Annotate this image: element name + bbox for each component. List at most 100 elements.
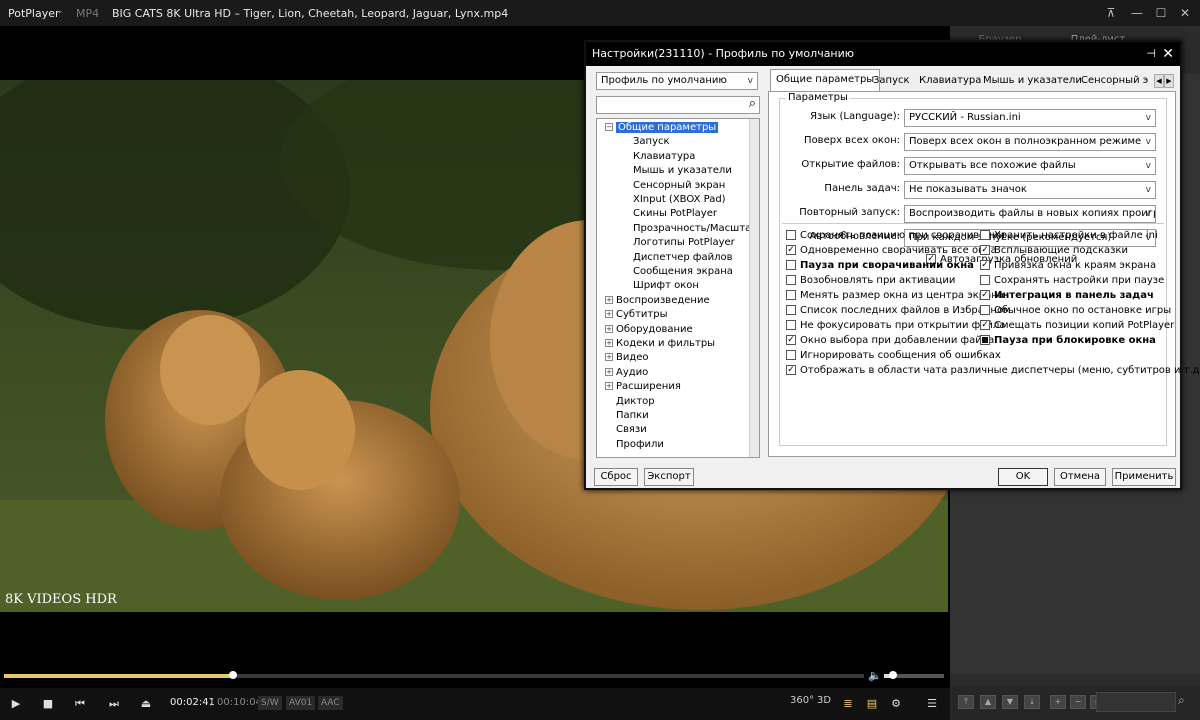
audio-codec-tag[interactable]: AAC [318, 696, 343, 710]
option-checkbox[interactable]: Обычное окно по остановке игры [980, 304, 1171, 318]
expand-icon[interactable]: + [605, 310, 613, 319]
chevron-left-icon[interactable]: ◀ [1154, 74, 1164, 88]
param-select[interactable]: РУССКИЙ - Russian.ini v [904, 109, 1156, 127]
option-checkbox[interactable]: Хранить настройки в файле ini [980, 229, 1158, 243]
seek-handle[interactable] [229, 671, 238, 679]
tree-item[interactable]: + Оборудование [605, 323, 693, 337]
volume-handle[interactable] [889, 671, 897, 679]
previous-icon[interactable]: ⏮ [70, 694, 90, 714]
tree-item[interactable]: Связи [616, 423, 647, 437]
tree-item[interactable]: Логотипы PotPlayer [633, 236, 735, 250]
vr-360-button[interactable]: 360° [790, 695, 814, 706]
eject-icon[interactable]: ⏏ [136, 694, 156, 714]
option-checkbox[interactable]: Пауза при блокировке окна [980, 334, 1156, 348]
minimize-button[interactable]: — [1128, 4, 1146, 22]
volume-icon[interactable]: 🔈 [868, 669, 882, 682]
option-checkbox[interactable]: Возобновлять при активации [786, 274, 955, 288]
menu-icon[interactable]: ☰ [922, 694, 942, 714]
expand-icon[interactable]: + [605, 295, 613, 304]
pin-icon[interactable]: ⊣ [1146, 42, 1156, 66]
option-checkbox[interactable]: ✓ Отображать в области чата различные дис… [786, 364, 1200, 378]
tree-item[interactable]: + Воспроизведение [605, 294, 710, 308]
tree-item[interactable]: Диспетчер файлов [633, 251, 733, 265]
option-checkbox[interactable]: Пауза при сворачивании окна [786, 259, 974, 273]
tab-1[interactable]: Запуск [868, 71, 915, 91]
tree-item[interactable]: Скины PotPlayer [633, 207, 717, 221]
move-up-button[interactable]: ▲ [980, 695, 996, 709]
tab-4[interactable]: Сенсорный э [1076, 71, 1154, 91]
pin-icon[interactable]: ⊼ [1102, 4, 1120, 22]
video-codec-tag[interactable]: AV01 [286, 696, 316, 710]
dialog-close-button[interactable]: ✕ [1162, 42, 1174, 66]
remove-button[interactable]: − [1070, 695, 1086, 709]
settings-tree[interactable]: − Общие параметры Запуск Клавиатура Мышь и у… [596, 118, 760, 458]
expand-icon[interactable]: + [605, 324, 613, 333]
tree-item[interactable]: + Видео [605, 351, 649, 365]
tree-item[interactable]: Диктор [616, 395, 655, 409]
tree-item[interactable]: Мышь и указатели [633, 164, 732, 178]
seek-bar[interactable] [4, 671, 864, 679]
option-checkbox[interactable]: ✓ Привязка окна к краям экрана [980, 259, 1156, 273]
tree-item[interactable]: Профили [616, 438, 664, 452]
option-checkbox[interactable]: ✓ Всплывающие подсказки [980, 244, 1128, 258]
tree-item[interactable]: Шрифт окон [633, 279, 699, 293]
add-button[interactable]: + [1050, 695, 1066, 709]
option-checkbox[interactable]: ✓ Смещать позиции копий PotPlayer [980, 319, 1174, 333]
param-select[interactable]: Открывать все похожие файлы v [904, 157, 1156, 175]
expand-icon[interactable]: + [605, 367, 613, 376]
tree-item[interactable]: Сообщения экрана [633, 265, 733, 279]
option-checkbox[interactable]: Не фокусировать при открытии файла [786, 319, 1005, 333]
tree-item[interactable]: Запуск [633, 135, 670, 149]
expand-icon[interactable]: + [605, 382, 613, 391]
tree-item[interactable]: XInput (XBOX Pad) [633, 193, 726, 207]
play-icon[interactable]: ▶ [6, 694, 26, 714]
tab-2[interactable]: Клавиатура [914, 71, 986, 91]
tree-item[interactable]: + Аудио [605, 366, 648, 380]
option-checkbox[interactable]: Сохранять настройки при паузе [980, 274, 1164, 288]
collapse-icon[interactable]: − [605, 123, 613, 131]
option-checkbox[interactable]: ✓ Одновременно сворачивать все окна [786, 244, 997, 258]
expand-icon[interactable]: + [605, 339, 613, 347]
3d-button[interactable]: 3D [817, 695, 831, 706]
option-checkbox[interactable]: Менять размер окна из центра экрана [786, 289, 1004, 303]
search-icon[interactable]: ⌕ [1178, 693, 1185, 708]
profile-select[interactable]: Профиль по умолчанию v [596, 72, 758, 90]
volume-slider[interactable] [884, 671, 944, 679]
export-button[interactable]: Экспорт [644, 468, 694, 486]
tree-item[interactable]: + Расширения [605, 380, 681, 394]
tree-item[interactable]: − Общие параметры [605, 121, 719, 135]
param-select[interactable]: Поверх всех окон в полноэкранном режиме v [904, 133, 1156, 151]
tree-item[interactable]: + Субтитры [605, 308, 667, 322]
option-checkbox[interactable]: Список последних файлов в Избранном [786, 304, 1011, 318]
next-icon[interactable]: ⏭ [104, 694, 124, 714]
gear-icon[interactable]: ⚙ [886, 694, 906, 714]
close-button[interactable]: ✕ [1176, 4, 1194, 22]
option-checkbox[interactable]: Сохранять позицию при сворачивании [786, 229, 1005, 243]
tree-item[interactable]: Прозрачность/Масштаб [633, 222, 757, 236]
tree-item[interactable]: Папки [616, 409, 649, 423]
apply-button[interactable]: Применить [1112, 468, 1176, 486]
ok-button[interactable]: OK [998, 468, 1048, 486]
playlist-search-icon[interactable]: ≣ [838, 694, 858, 714]
option-checkbox[interactable]: ✓ Интеграция в панель задач [980, 289, 1154, 303]
cancel-button[interactable]: Отмена [1054, 468, 1106, 486]
reset-button[interactable]: Сброс [594, 468, 638, 486]
param-select[interactable]: Не показывать значок v [904, 181, 1156, 199]
playlist-search-input[interactable] [1096, 692, 1176, 712]
move-down-button[interactable]: ▼ [1002, 695, 1018, 709]
tree-item[interactable]: + Кодеки и фильтры [605, 337, 715, 351]
tab-0[interactable]: Общие параметры [770, 69, 881, 91]
chevron-down-icon[interactable]: ⌄ [56, 6, 64, 16]
stop-icon[interactable]: ■ [38, 694, 58, 714]
expand-icon[interactable]: + [605, 353, 613, 362]
subtitle-icon[interactable]: ▤ [862, 694, 882, 714]
search-icon[interactable]: ⌕ [749, 97, 756, 112]
chevron-right-icon[interactable]: ▶ [1164, 74, 1174, 88]
param-select[interactable]: Воспроизводить файлы в новых копиях прои… [904, 205, 1156, 223]
app-menu-button[interactable]: PotPlayer [8, 7, 60, 20]
decoder-tag[interactable]: S/W [258, 696, 282, 710]
tree-item[interactable]: Сенсорный экран [633, 179, 725, 193]
tree-item[interactable]: Клавиатура [633, 150, 695, 164]
option-checkbox[interactable]: ✓ Окно выбора при добавлении файла [786, 334, 994, 348]
move-top-button[interactable]: ⤒ [958, 695, 974, 709]
